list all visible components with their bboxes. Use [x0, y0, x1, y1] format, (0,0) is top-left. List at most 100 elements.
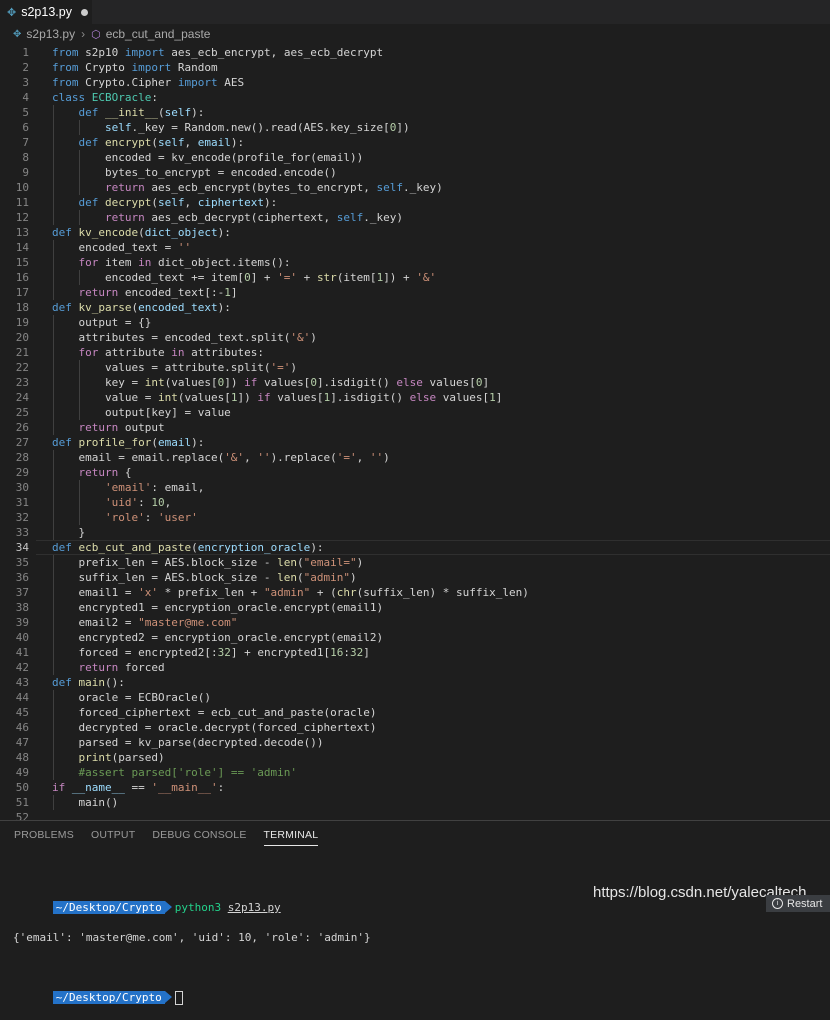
code-text: suffix_len = AES.block_size - len("admin… [52, 571, 357, 584]
code-editor[interactable]: 1 from s2p10 import aes_ecb_encrypt, aes_… [0, 44, 830, 824]
python-file-icon: ✥ [7, 5, 17, 19]
line-number: 48 [15, 751, 29, 764]
code-line[interactable]: 3 from Crypto.Cipher import AES [0, 75, 830, 90]
code-line[interactable]: 21 for attribute in attributes: [0, 345, 830, 360]
tab-bar: ✥ s2p13.py [0, 0, 830, 24]
line-number: 3 [22, 76, 29, 89]
code-line[interactable]: 40 encrypted2 = encryption_oracle.encryp… [0, 630, 830, 645]
code-line[interactable]: 18 def kv_parse(encoded_text): [0, 300, 830, 315]
terminal-command: python3 s2p13.py [175, 901, 281, 914]
code-text: attributes = encoded_text.split('&') [52, 331, 317, 344]
code-line[interactable]: 49 #assert parsed['role'] == 'admin' [0, 765, 830, 780]
code-line[interactable]: 27 def profile_for(email): [0, 435, 830, 450]
code-line[interactable]: 7 def encrypt(self, email): [0, 135, 830, 150]
code-line[interactable]: 43 def main(): [0, 675, 830, 690]
code-text: def ecb_cut_and_paste(encryption_oracle)… [52, 541, 324, 554]
code-line[interactable]: 20 attributes = encoded_text.split('&') [0, 330, 830, 345]
command-arg: s2p13.py [227, 901, 281, 914]
code-line[interactable]: 33 } [0, 525, 830, 540]
code-line[interactable]: 31 'uid': 10, [0, 495, 830, 510]
code-line[interactable]: 29 return { [0, 465, 830, 480]
tab-output[interactable]: OUTPUT [91, 829, 135, 846]
line-number: 9 [22, 166, 29, 179]
tab-problems[interactable]: PROBLEMS [14, 829, 74, 846]
code-text: return aes_ecb_decrypt(ciphertext, self.… [104, 211, 404, 224]
code-line[interactable]: 11 def decrypt(self, ciphertext): [0, 195, 830, 210]
terminal[interactable]: ~/Desktop/Crypto python3 s2p13.py {'email… [13, 855, 371, 1020]
code-text: prefix_len = AES.block_size - len("email… [52, 556, 364, 569]
code-text: def encrypt(self, email): [78, 136, 245, 149]
tab-debug-console[interactable]: DEBUG CONSOLE [152, 829, 246, 846]
terminal-cursor[interactable] [174, 991, 183, 1005]
code-line[interactable]: 36 suffix_len = AES.block_size - len("ad… [0, 570, 830, 585]
code-line[interactable]: 51 main() [0, 795, 830, 810]
code-line[interactable]: 15 for item in dict_object.items(): [0, 255, 830, 270]
breadcrumb-symbol[interactable]: ecb_cut_and_paste [106, 27, 211, 41]
code-text: def kv_parse(encoded_text): [52, 301, 231, 314]
code-line[interactable]: 28 email = email.replace('&', '').replac… [0, 450, 830, 465]
code-text: values = attribute.split('=') [52, 361, 298, 374]
code-text: main() [52, 796, 119, 809]
code-line[interactable]: 30 'email': email, [0, 480, 830, 495]
code-line[interactable]: 34 def ecb_cut_and_paste(encryption_oracl… [0, 540, 830, 555]
code-line[interactable]: 48 print(parsed) [0, 750, 830, 765]
line-number: 36 [15, 571, 29, 584]
line-number: 26 [15, 421, 29, 434]
restart-button[interactable]: i Restart [766, 895, 830, 912]
line-number: 17 [15, 286, 29, 299]
code-text: class ECBOracle: [52, 91, 158, 104]
code-text: key = int(values[0]) if values[0].isdigi… [52, 376, 490, 389]
code-line[interactable]: 35 prefix_len = AES.block_size - len("em… [0, 555, 830, 570]
tab-s2p13[interactable]: ✥ s2p13.py [0, 0, 92, 24]
code-text: encoded = kv_encode(profile_for(email)) [52, 151, 364, 164]
code-line[interactable]: 24 value = int(values[1]) if values[1].i… [0, 390, 830, 405]
code-text: forced = encrypted2[:32] + encrypted1[16… [52, 646, 370, 659]
code-line[interactable]: 13 def kv_encode(dict_object): [0, 225, 830, 240]
code-line[interactable]: 19 output = {} [0, 315, 830, 330]
tab-terminal[interactable]: TERMINAL [263, 829, 319, 846]
code-line[interactable]: 16 encoded_text += item[0] + '=' + str(i… [0, 270, 830, 285]
code-line[interactable]: 50 if __name__ == '__main__': [0, 780, 830, 795]
code-line[interactable]: 10 return aes_ecb_encrypt(bytes_to_encry… [0, 180, 830, 195]
code-line[interactable]: 5 def __init__(self): [0, 105, 830, 120]
code-text: email = email.replace('&', '').replace('… [52, 451, 390, 464]
code-line[interactable]: 2 from Crypto import Random [0, 60, 830, 75]
line-number: 33 [15, 526, 29, 539]
code-line[interactable]: 37 email1 = 'x' * prefix_len + "admin" +… [0, 585, 830, 600]
code-text: output = {} [52, 316, 152, 329]
code-line[interactable]: 45 forced_ciphertext = ecb_cut_and_paste… [0, 705, 830, 720]
code-line[interactable]: 47 parsed = kv_parse(decrypted.decode()) [0, 735, 830, 750]
line-number: 45 [15, 706, 29, 719]
unsaved-dot-icon[interactable] [80, 8, 88, 16]
code-line[interactable]: 8 encoded = kv_encode(profile_for(email)… [0, 150, 830, 165]
code-line[interactable]: 14 encoded_text = '' [0, 240, 830, 255]
info-icon: i [772, 898, 783, 909]
code-line[interactable]: 6 self._key = Random.new().read(AES.key_… [0, 120, 830, 135]
code-text: parsed = kv_parse(decrypted.decode()) [52, 736, 324, 749]
line-number: 47 [15, 736, 29, 749]
code-line[interactable]: 32 'role': 'user' [0, 510, 830, 525]
code-line[interactable]: 1 from s2p10 import aes_ecb_encrypt, aes_… [0, 45, 830, 60]
code-line[interactable]: 23 key = int(values[0]) if values[0].isd… [0, 375, 830, 390]
code-line[interactable]: 39 email2 = "master@me.com" [0, 615, 830, 630]
code-line[interactable]: 22 values = attribute.split('=') [0, 360, 830, 375]
breadcrumb-file[interactable]: s2p13.py [26, 27, 75, 41]
code-line[interactable]: 46 decrypted = oracle.decrypt(forced_cip… [0, 720, 830, 735]
code-line[interactable]: 4 class ECBOracle: [0, 90, 830, 105]
code-line[interactable]: 42 return forced [0, 660, 830, 675]
code-line[interactable]: 41 forced = encrypted2[:32] + encrypted1… [0, 645, 830, 660]
code-text: def main(): [52, 676, 125, 689]
code-text: bytes_to_encrypt = encoded.encode() [52, 166, 337, 179]
code-line[interactable]: 25 output[key] = value [0, 405, 830, 420]
code-line[interactable]: 9 bytes_to_encrypt = encoded.encode() [0, 165, 830, 180]
code-line[interactable]: 17 return encoded_text[:-1] [0, 285, 830, 300]
line-number: 29 [15, 466, 29, 479]
code-line[interactable]: 44 oracle = ECBOracle() [0, 690, 830, 705]
line-number: 14 [15, 241, 29, 254]
code-line[interactable]: 38 encrypted1 = encryption_oracle.encryp… [0, 600, 830, 615]
code-line[interactable]: 12 return aes_ecb_decrypt(ciphertext, se… [0, 210, 830, 225]
code-line[interactable]: 26 return output [0, 420, 830, 435]
terminal-prompt: ~/Desktop/Crypto [52, 901, 172, 914]
code-text: return output [78, 421, 165, 434]
code-text: forced_ciphertext = ecb_cut_and_paste(or… [52, 706, 377, 719]
